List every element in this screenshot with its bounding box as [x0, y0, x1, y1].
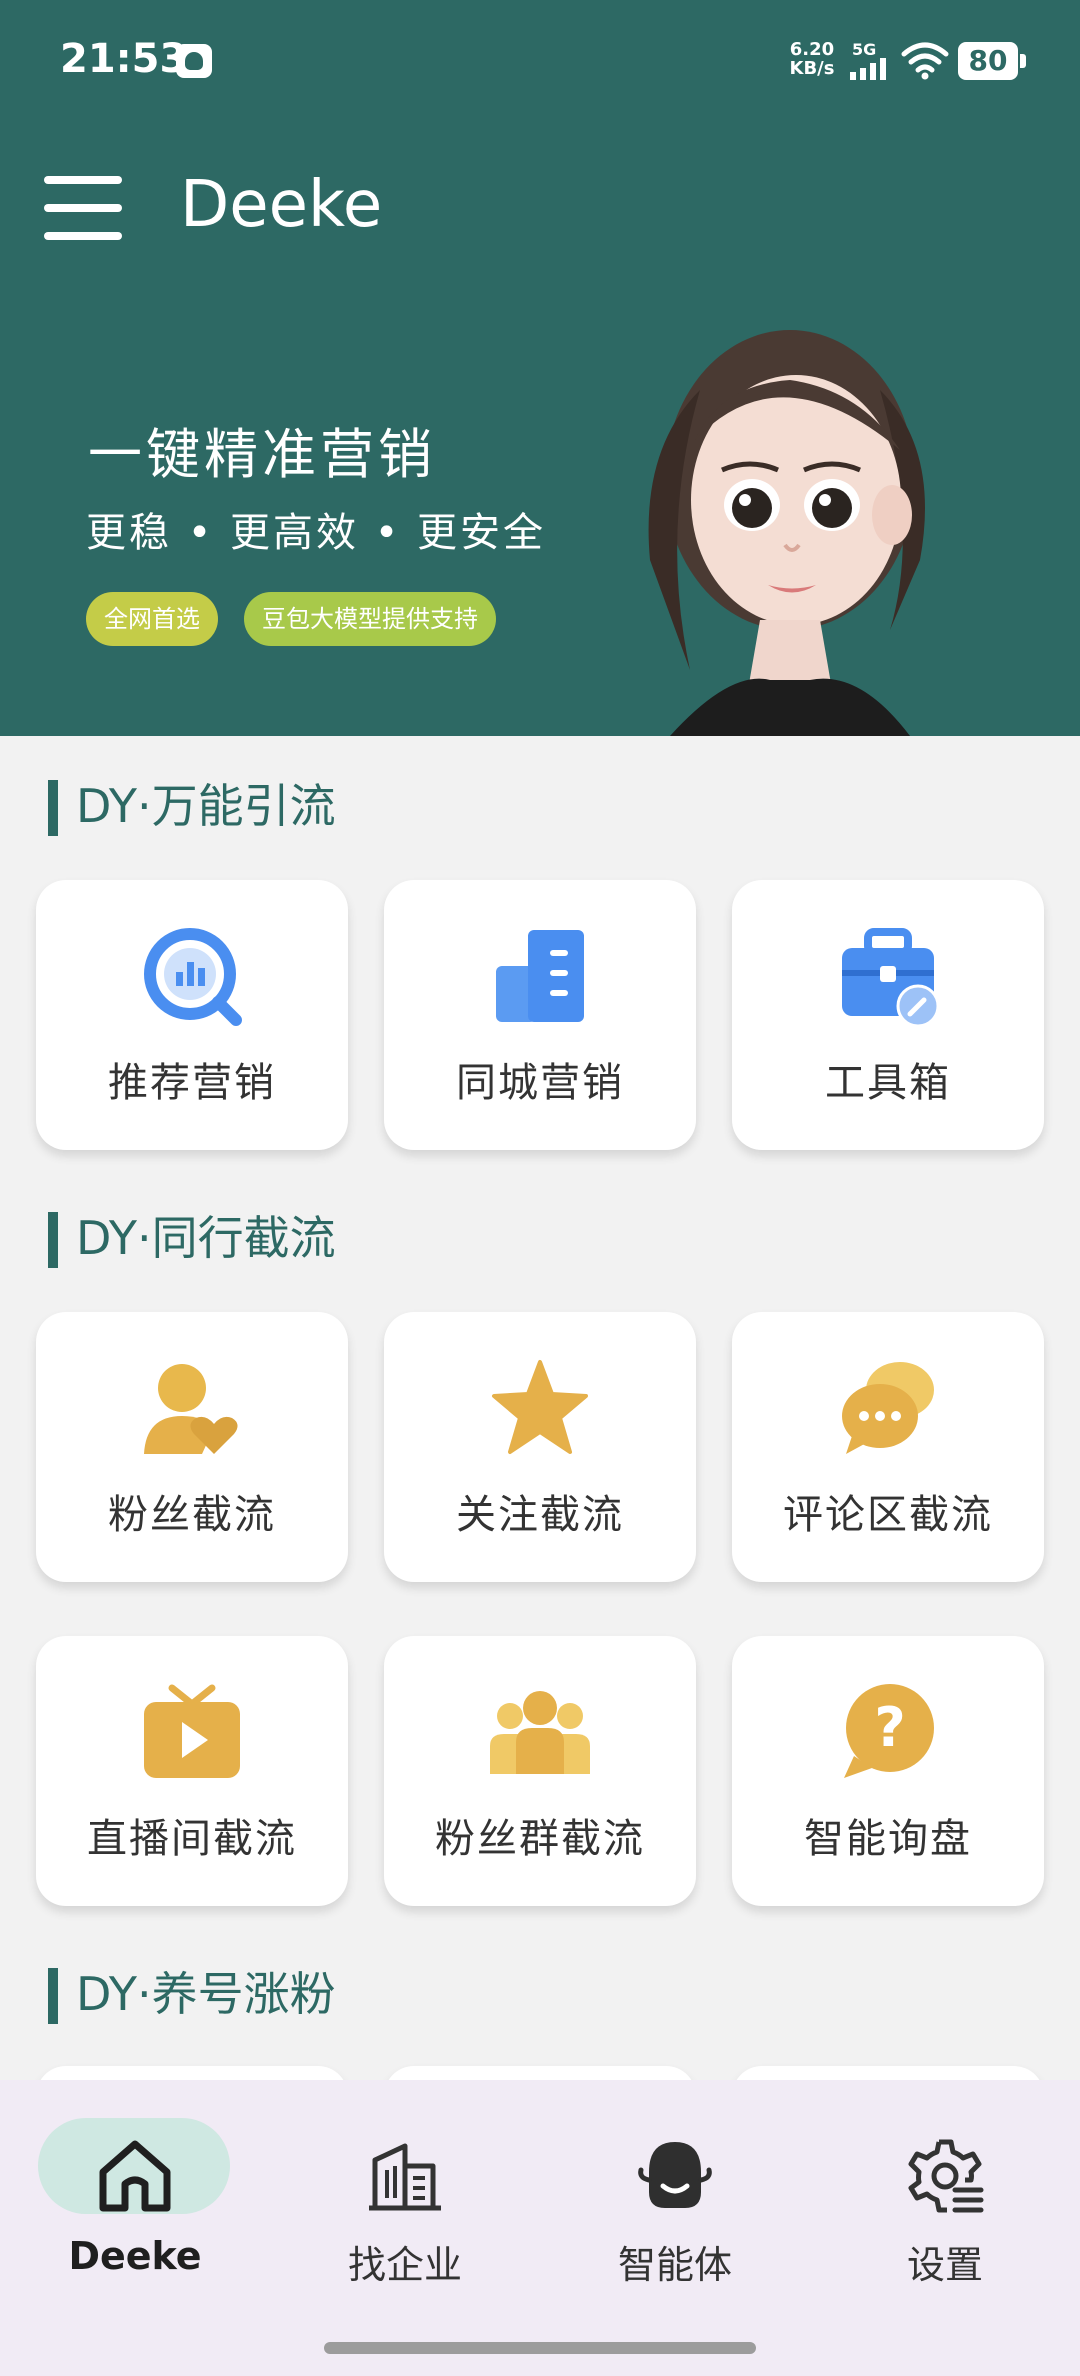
- nav-label: Deeke: [68, 2234, 202, 2278]
- network-type: 5G: [852, 40, 877, 59]
- nav-label: 设置: [906, 2243, 983, 2287]
- nav-label: 智能体: [617, 2243, 732, 2287]
- section-title-competitor: DY·同行截流: [48, 1210, 336, 1268]
- card-label: 智能询盘: [804, 1816, 972, 1862]
- menu-button[interactable]: [44, 172, 124, 244]
- card-live-intercept[interactable]: 直播间截流: [36, 1636, 348, 1906]
- signal-icon: [850, 58, 886, 80]
- bottom-navigation: Deeke 找企业 智能体 设置: [0, 2080, 1080, 2376]
- card-smart-inquiry[interactable]: ? 智能询盘: [732, 1636, 1044, 1906]
- card-label: 粉丝截流: [108, 1492, 276, 1538]
- tag-badge: 全网首选: [86, 592, 218, 646]
- network-speed: 6.20 KB/s: [786, 40, 838, 78]
- notification-icon: [176, 44, 212, 78]
- card-label: 推荐营销: [108, 1060, 276, 1106]
- card-label: 评论区截流: [783, 1492, 993, 1538]
- card-label: 工具箱: [825, 1060, 951, 1106]
- app-title: Deeke: [180, 168, 383, 242]
- header-banner: 21:53 6.20 KB/s 5G 80 Deeke 一键精准营销 更稳 • …: [0, 0, 1080, 736]
- home-icon: [99, 2140, 171, 2212]
- section-title-traffic: DY·万能引流: [48, 778, 336, 836]
- battery-indicator: 80: [958, 42, 1026, 80]
- speed-unit: KB/s: [789, 58, 835, 79]
- building-icon: [496, 930, 584, 1022]
- status-time: 21:53: [60, 36, 188, 82]
- svg-text:?: ?: [874, 1696, 905, 1759]
- card-group-intercept[interactable]: 粉丝群截流: [384, 1636, 696, 1906]
- card-fans-intercept[interactable]: 粉丝截流: [36, 1312, 348, 1582]
- question-bubble-icon: ?: [844, 1684, 934, 1778]
- home-indicator[interactable]: [324, 2342, 756, 2354]
- status-bar: 21:53 6.20 KB/s 5G 80: [0, 0, 1080, 120]
- toolbox-icon: [842, 928, 938, 1026]
- speed-value: 6.20: [789, 39, 835, 60]
- user-heart-icon: [144, 1364, 238, 1454]
- card-toolbox[interactable]: 工具箱: [732, 880, 1044, 1150]
- card-label: 关注截流: [456, 1492, 624, 1538]
- agent-icon: [638, 2142, 712, 2208]
- nav-item-agent[interactable]: 智能体: [540, 2080, 810, 2320]
- tag-badge: 豆包大模型提供支持: [244, 592, 496, 646]
- card-label: 粉丝群截流: [435, 1816, 645, 1862]
- banner-subtitle: 更稳 • 更高效 • 更安全: [86, 510, 547, 556]
- chat-bubbles-icon: [842, 1362, 934, 1454]
- nav-label: 找企业: [347, 2243, 462, 2287]
- card-label: 同城营销: [456, 1060, 624, 1106]
- card-follow-intercept[interactable]: 关注截流: [384, 1312, 696, 1582]
- assistant-avatar-image: [648, 330, 925, 736]
- office-building-icon: [369, 2143, 441, 2211]
- star-icon: [492, 1360, 588, 1454]
- card-label: 直播间截流: [87, 1816, 297, 1862]
- section-title-growth: DY·养号涨粉: [48, 1966, 336, 2024]
- banner-title: 一键精准营销: [88, 423, 436, 486]
- card-local-marketing[interactable]: 同城营销: [384, 880, 696, 1150]
- wifi-icon: [901, 42, 949, 80]
- chart-target-icon: [144, 928, 242, 1026]
- group-icon: [490, 1691, 590, 1774]
- card-recommend-marketing[interactable]: 推荐营销: [36, 880, 348, 1150]
- nav-item-find-company[interactable]: 找企业: [270, 2080, 540, 2320]
- card-comment-intercept[interactable]: 评论区截流: [732, 1312, 1044, 1582]
- nav-item-settings[interactable]: 设置: [810, 2080, 1080, 2320]
- settings-icon: [908, 2139, 984, 2213]
- tv-play-icon: [144, 1684, 240, 1778]
- nav-item-home[interactable]: Deeke: [0, 2080, 270, 2320]
